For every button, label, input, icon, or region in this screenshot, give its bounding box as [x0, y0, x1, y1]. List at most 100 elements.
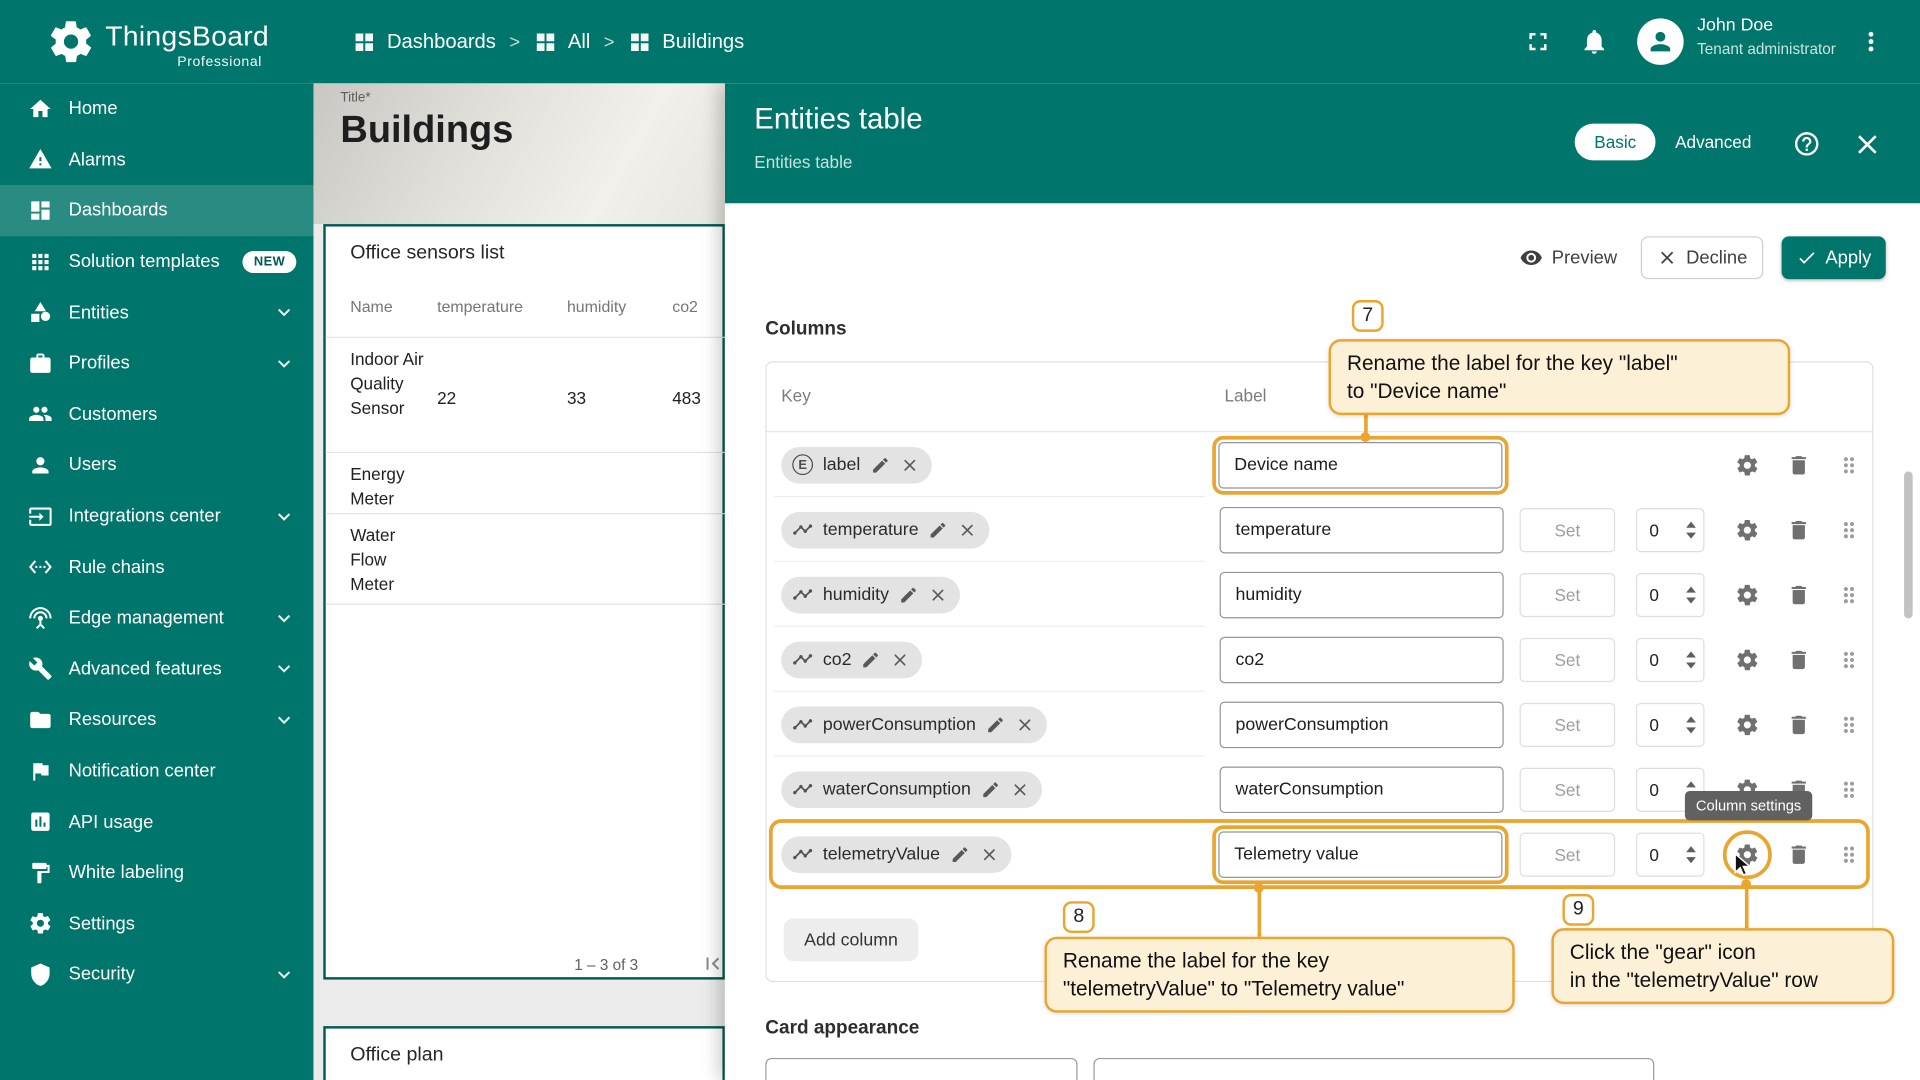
set-width-button[interactable]: Set: [1520, 572, 1616, 616]
advanced-mode-toggle[interactable]: Advanced: [1656, 124, 1771, 161]
sidebar-item-white-labeling[interactable]: White labeling: [0, 847, 313, 898]
column-label-input[interactable]: [1220, 701, 1504, 748]
delete-column-icon[interactable]: [1787, 712, 1811, 736]
drag-handle-icon[interactable]: [1837, 452, 1861, 476]
width-spinner[interactable]: 0: [1636, 572, 1705, 616]
sidebar-item-resources[interactable]: Resources: [0, 694, 313, 745]
sidebar-item-dashboards[interactable]: Dashboards: [0, 185, 313, 236]
column-label-input[interactable]: [1218, 441, 1502, 488]
drag-handle-icon[interactable]: [1837, 582, 1861, 606]
column-label-input[interactable]: [1220, 506, 1504, 553]
sidebar-item-users[interactable]: Users: [0, 440, 313, 491]
drag-handle-icon[interactable]: [1837, 777, 1861, 801]
office-sensors-widget[interactable]: Office sensors list Name temperature hum…: [323, 224, 725, 980]
width-spinner[interactable]: 0: [1636, 637, 1705, 681]
sidebar-item-api-usage[interactable]: API usage: [0, 796, 313, 847]
column-label-input[interactable]: [1220, 636, 1504, 683]
card-appearance-field[interactable]: [1093, 1058, 1654, 1080]
edit-key-icon[interactable]: [950, 844, 970, 864]
add-column-button[interactable]: Add column: [784, 918, 919, 961]
sidebar-item-advanced-features[interactable]: Advanced features: [0, 644, 313, 695]
key-chip[interactable]: waterConsumption: [781, 771, 1042, 808]
sidebar-item-edge-management[interactable]: Edge management: [0, 593, 313, 644]
breadcrumb-buildings[interactable]: Buildings: [628, 30, 744, 53]
edit-key-icon[interactable]: [981, 779, 1001, 799]
kebab-menu-icon[interactable]: [1856, 27, 1885, 56]
sidebar-item-home[interactable]: Home: [0, 83, 313, 134]
sidebar-item-rule-chains[interactable]: Rule chains: [0, 542, 313, 593]
spinner-arrows[interactable]: [1686, 651, 1696, 668]
apply-button[interactable]: Apply: [1782, 236, 1886, 279]
drag-handle-icon[interactable]: [1837, 842, 1861, 866]
first-page-icon[interactable]: [700, 951, 724, 975]
delete-column-icon[interactable]: [1787, 582, 1811, 606]
remove-key-icon[interactable]: [1010, 779, 1030, 799]
sidebar-item-security[interactable]: Security: [0, 949, 313, 1000]
edit-key-icon[interactable]: [861, 650, 881, 670]
key-chip[interactable]: humidity: [781, 576, 960, 613]
edit-key-icon[interactable]: [899, 585, 919, 605]
delete-column-icon[interactable]: [1787, 517, 1811, 541]
set-width-button[interactable]: Set: [1520, 702, 1616, 746]
sidebar-item-solution-templates[interactable]: Solution templates NEW: [0, 236, 313, 287]
breadcrumb-dashboards[interactable]: Dashboards: [353, 30, 496, 53]
spinner-arrows[interactable]: [1686, 716, 1696, 733]
remove-key-icon[interactable]: [958, 520, 978, 540]
remove-key-icon[interactable]: [928, 585, 948, 605]
edit-key-icon[interactable]: [870, 455, 890, 475]
delete-column-icon[interactable]: [1787, 647, 1811, 671]
key-chip[interactable]: telemetryValue: [781, 836, 1011, 873]
drag-handle-icon[interactable]: [1837, 647, 1861, 671]
column-label-input[interactable]: [1220, 766, 1504, 813]
remove-key-icon[interactable]: [979, 844, 999, 864]
column-settings-gear-icon[interactable]: [1735, 582, 1759, 606]
key-chip[interactable]: powerConsumption: [781, 706, 1047, 743]
sidebar-item-entities[interactable]: Entities: [0, 287, 313, 338]
notifications-bell-icon[interactable]: [1580, 27, 1609, 56]
help-icon[interactable]: [1793, 130, 1821, 158]
column-label-input[interactable]: [1218, 831, 1502, 878]
drag-handle-icon[interactable]: [1837, 712, 1861, 736]
spinner-arrows[interactable]: [1686, 521, 1696, 538]
office-plan-widget[interactable]: Office plan: [323, 1026, 725, 1080]
sidebar-item-alarms[interactable]: Alarms: [0, 134, 313, 185]
edit-key-icon[interactable]: [986, 714, 1006, 734]
sidebar-item-profiles[interactable]: Profiles: [0, 338, 313, 389]
key-chip[interactable]: temperature: [781, 511, 989, 548]
key-chip[interactable]: co2: [781, 641, 922, 678]
thingsboard-logo-icon[interactable]: [47, 17, 96, 66]
delete-column-icon[interactable]: [1787, 452, 1811, 476]
spinner-arrows[interactable]: [1686, 586, 1696, 603]
width-spinner[interactable]: 0: [1636, 508, 1705, 552]
sidebar-item-customers[interactable]: Customers: [0, 389, 313, 440]
scrollbar-thumb[interactable]: [1904, 471, 1913, 618]
close-panel-icon[interactable]: [1851, 129, 1883, 161]
remove-key-icon[interactable]: [900, 455, 920, 475]
width-spinner[interactable]: 0: [1636, 702, 1705, 746]
preview-button[interactable]: Preview: [1513, 236, 1623, 279]
column-settings-gear-icon[interactable]: [1735, 517, 1759, 541]
avatar[interactable]: [1637, 18, 1684, 65]
remove-key-icon[interactable]: [1015, 714, 1035, 734]
delete-column-icon[interactable]: [1787, 842, 1811, 866]
drag-handle-icon[interactable]: [1837, 517, 1861, 541]
key-chip[interactable]: E label: [781, 446, 931, 483]
width-spinner[interactable]: 0: [1636, 832, 1705, 876]
column-label-input[interactable]: [1220, 571, 1504, 618]
set-width-button[interactable]: Set: [1520, 637, 1616, 681]
spinner-arrows[interactable]: [1686, 846, 1696, 863]
decline-button[interactable]: Decline: [1641, 236, 1763, 279]
column-settings-gear-icon[interactable]: [1735, 452, 1759, 476]
set-width-button[interactable]: Set: [1520, 508, 1616, 552]
remove-key-icon[interactable]: [891, 650, 911, 670]
breadcrumb-all[interactable]: All: [534, 30, 591, 53]
card-appearance-field[interactable]: [765, 1058, 1077, 1080]
basic-mode-toggle[interactable]: Basic: [1575, 124, 1656, 161]
dashboard-title[interactable]: Buildings: [340, 108, 513, 152]
column-settings-gear-icon[interactable]: [1735, 712, 1759, 736]
sidebar-item-integrations-center[interactable]: Integrations center: [0, 491, 313, 542]
fullscreen-icon[interactable]: [1523, 27, 1552, 56]
sidebar-item-settings[interactable]: Settings: [0, 898, 313, 949]
column-settings-gear-icon[interactable]: [1735, 647, 1759, 671]
set-width-button[interactable]: Set: [1520, 832, 1616, 876]
